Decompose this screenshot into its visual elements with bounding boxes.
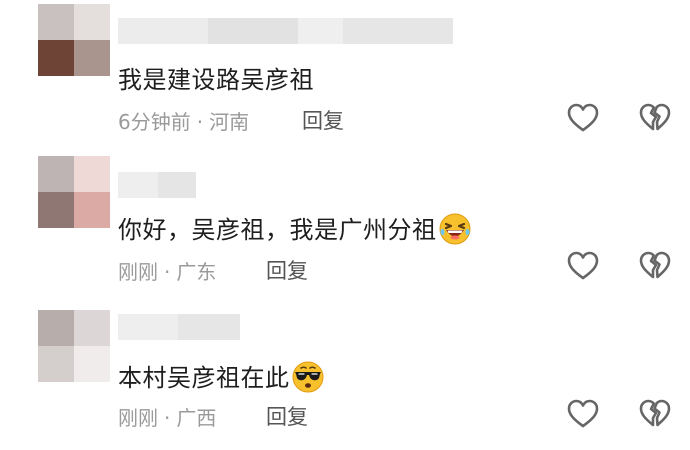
reply-button[interactable]: 回复	[266, 255, 308, 285]
heart-outline-icon	[567, 399, 599, 428]
dislike-button[interactable]	[638, 398, 672, 430]
comment-item: 本村吴彦祖在此 刚刚 · 广西 回复	[0, 300, 690, 450]
username-blurred[interactable]	[118, 314, 242, 340]
comment-meta: 6分钟前 · 河南	[118, 106, 249, 135]
reply-button[interactable]: 回复	[302, 105, 344, 135]
like-button[interactable]	[566, 398, 600, 430]
laughing-emoji-icon	[439, 213, 471, 245]
avatar[interactable]	[38, 4, 110, 76]
comment-meta: 刚刚 · 广东	[118, 256, 216, 285]
username-blurred[interactable]	[118, 172, 198, 198]
sunglasses-emoji-icon	[292, 361, 324, 393]
comment-item: 你好，吴彦祖，我是广州分祖 刚刚 · 广东 回复	[0, 150, 690, 300]
comment-text: 本村吴彦祖在此	[118, 358, 324, 393]
dislike-button[interactable]	[638, 250, 672, 282]
avatar[interactable]	[38, 156, 110, 228]
dislike-button[interactable]	[638, 102, 672, 134]
broken-heart-icon	[639, 399, 671, 427]
comment-text: 你好，吴彦祖，我是广州分祖	[118, 210, 471, 245]
heart-outline-icon	[567, 103, 599, 132]
comment-location: 广西	[176, 406, 217, 430]
heart-outline-icon	[567, 251, 599, 280]
broken-heart-icon	[639, 103, 671, 131]
reply-button[interactable]: 回复	[266, 401, 308, 431]
comment-time: 刚刚	[118, 406, 158, 430]
broken-heart-icon	[639, 251, 671, 279]
comment-item: 我是建设路吴彦祖 6分钟前 · 河南 回复	[0, 0, 690, 150]
meta-separator: ·	[196, 110, 204, 134]
meta-separator: ·	[164, 406, 171, 430]
avatar[interactable]	[38, 310, 110, 382]
comment-location: 河南	[209, 110, 250, 134]
comment-time: 6分钟前	[118, 110, 191, 134]
comment-time: 刚刚	[118, 260, 158, 284]
like-button[interactable]	[566, 250, 600, 282]
comment-text: 我是建设路吴彦祖	[118, 66, 314, 94]
like-button[interactable]	[566, 102, 600, 134]
meta-separator: ·	[164, 260, 171, 284]
comment-location: 广东	[176, 260, 217, 284]
username-blurred[interactable]	[118, 18, 458, 44]
comment-meta: 刚刚 · 广西	[118, 402, 216, 431]
